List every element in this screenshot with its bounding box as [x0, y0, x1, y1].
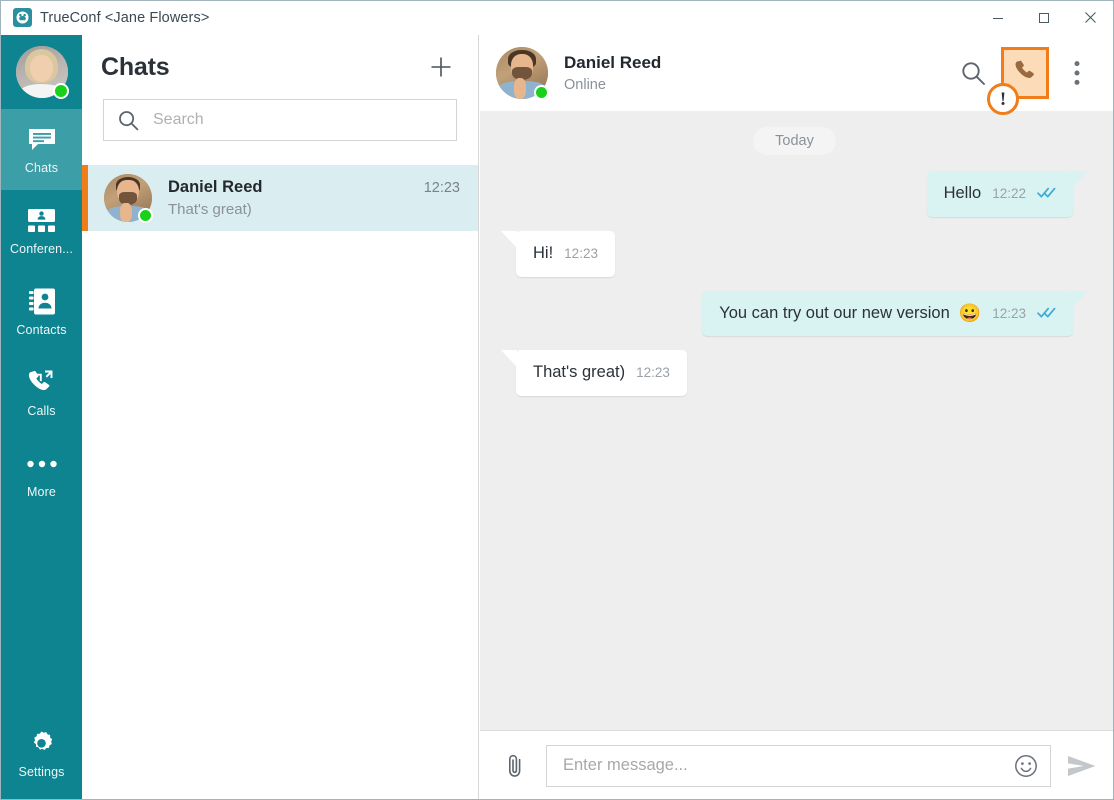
message-row: You can try out our new version 😀 12:23 [500, 290, 1089, 337]
sidebar-item-calls[interactable]: Calls [1, 352, 82, 433]
chat-list-panel: Chats Search Daniel Reed 12:23 That's gr… [82, 35, 479, 799]
avatar[interactable] [15, 46, 69, 99]
sidebar-item-more[interactable]: More [1, 433, 82, 514]
message-bubble[interactable]: Hi! 12:23 [516, 230, 615, 277]
close-icon[interactable] [1067, 1, 1113, 35]
sidebar-user-avatar-wrap[interactable] [1, 35, 82, 109]
call-button[interactable]: ! [987, 47, 1049, 115]
message-time: 12:23 [564, 245, 598, 261]
list-item-top: Daniel Reed 12:23 [168, 178, 460, 197]
conversation-panel: Daniel Reed Online ! Today Hello 12:22 H… [480, 35, 1113, 799]
sidebar-item-conferences[interactable]: Conferen... [1, 190, 82, 271]
more-dots-icon [26, 449, 58, 479]
more-options-button[interactable] [1055, 51, 1099, 95]
page-title: Chats [101, 52, 170, 81]
message-bubble[interactable]: You can try out our new version 😀 12:23 [702, 290, 1073, 337]
sidebar-item-label: Contacts [16, 322, 67, 337]
message-time: 12:22 [992, 186, 1026, 201]
list-item-time: 12:23 [423, 180, 460, 196]
message-bubble[interactable]: Hello 12:22 [926, 171, 1073, 217]
message-time: 12:23 [636, 365, 670, 381]
list-item-texts: Daniel Reed 12:23 That's great) [168, 178, 460, 218]
message-text: Hi! [533, 243, 554, 262]
send-icon[interactable] [1065, 749, 1099, 783]
status-badge [52, 83, 69, 99]
sidebar-item-label: Chats [24, 160, 59, 175]
sidebar-item-label: Conferen... [10, 241, 73, 256]
trueconf-logo-icon [13, 8, 32, 27]
message-list: Today Hello 12:22 Hi! 12:23 You can try … [480, 111, 1113, 730]
sidebar-item-settings[interactable]: Settings [1, 713, 82, 794]
conferences-icon [26, 206, 57, 236]
conversation-title: Daniel Reed [564, 53, 662, 72]
smiley-icon[interactable] [1012, 752, 1040, 780]
message-text-wrap: You can try out our new version 😀 [719, 304, 981, 324]
avatar[interactable] [496, 47, 549, 100]
search-in-chat-button[interactable] [951, 51, 995, 95]
sidebar-item-label: Calls [27, 403, 56, 418]
avatar [104, 174, 153, 223]
read-receipt-icon [1037, 307, 1056, 318]
sidebar: Chats Conferen... Contacts Calls More Se… [1, 35, 82, 799]
message-composer [480, 730, 1113, 799]
search-icon [118, 110, 139, 131]
message-text: Hello [943, 184, 982, 202]
search-wrap [82, 99, 478, 141]
message-text: That's great) [533, 363, 626, 382]
list-item-preview: That's great) [168, 201, 252, 218]
window-title: TrueConf <Jane Flowers> [40, 9, 210, 26]
list-item[interactable]: Daniel Reed 12:23 That's great) [82, 165, 478, 231]
day-separator: Today [500, 127, 1089, 155]
smiley-emoji-icon: 😀 [958, 303, 982, 324]
window-titlebar: TrueConf <Jane Flowers> [1, 1, 1113, 35]
trueconf-window: TrueConf <Jane Flowers> Chats Conferen..… [0, 0, 1114, 800]
minimize-icon[interactable] [975, 1, 1021, 35]
message-row: Hi! 12:23 [500, 230, 1089, 277]
message-row: That's great) 12:23 [500, 350, 1089, 397]
chat-rows: Daniel Reed 12:23 That's great) [82, 165, 478, 231]
day-separator-label: Today [753, 127, 836, 155]
message-text: You can try out our new version [719, 303, 950, 322]
composer-field[interactable] [546, 744, 1051, 787]
paperclip-icon[interactable] [498, 749, 532, 783]
plus-icon[interactable] [426, 52, 456, 82]
conversation-header: Daniel Reed Online ! [480, 35, 1113, 115]
window-controls [975, 1, 1113, 35]
chat-list-header: Chats [82, 35, 478, 99]
calls-icon [26, 368, 57, 398]
message-bubble[interactable]: That's great) 12:23 [516, 350, 687, 397]
sidebar-item-label: Settings [18, 764, 65, 779]
search-box[interactable] [103, 99, 457, 141]
gear-icon [27, 729, 56, 759]
conversation-header-texts: Daniel Reed Online [564, 53, 935, 93]
message-time: 12:23 [992, 305, 1026, 321]
message-input[interactable] [563, 756, 1004, 775]
contacts-icon [28, 287, 56, 317]
sidebar-item-label: More [27, 484, 56, 499]
phone-icon [1012, 58, 1038, 89]
sidebar-item-chats[interactable]: Chats [1, 109, 82, 190]
status-badge [534, 85, 549, 100]
chats-icon [27, 125, 57, 155]
sidebar-item-contacts[interactable]: Contacts [1, 271, 82, 352]
list-item-name: Daniel Reed [168, 178, 263, 196]
search-icon [961, 61, 986, 86]
read-receipt-icon [1037, 187, 1056, 198]
conversation-actions: ! [951, 47, 1099, 115]
maximize-icon[interactable] [1021, 1, 1067, 35]
warning-badge: ! [987, 83, 1019, 115]
titlebar-left: TrueConf <Jane Flowers> [1, 8, 975, 27]
message-row: Hello 12:22 [500, 171, 1089, 217]
kebab-menu-icon [1074, 60, 1080, 86]
search-input[interactable] [153, 111, 442, 129]
status-badge [138, 208, 153, 223]
conversation-status: Online [564, 77, 606, 93]
